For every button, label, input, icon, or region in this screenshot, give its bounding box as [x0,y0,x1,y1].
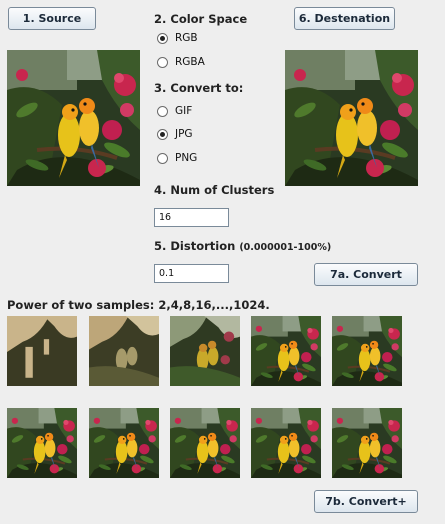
distortion-input[interactable]: 0.1 [154,264,229,283]
radio-rgb[interactable]: RGB [157,32,198,44]
sample-thumb-16 [251,316,321,386]
convert-to-title: 3. Convert to: [154,81,244,95]
distortion-title-row: 5. Distortion (0.000001-100%) [154,239,331,253]
radio-png-label: PNG [175,152,198,164]
convert-plus-button[interactable]: 7b. Convert+ [314,490,418,513]
sample-thumb-512 [251,408,321,478]
radio-gif[interactable]: GIF [157,105,192,117]
sample-thumb-8 [170,316,240,386]
radio-rgba[interactable]: RGBA [157,56,205,68]
sample-thumb-2 [7,316,77,386]
radio-jpg-indicator[interactable] [157,128,168,140]
destination-button[interactable]: 6. Destenation [294,7,395,30]
radio-rgb-indicator[interactable] [157,32,168,44]
sample-thumb-256 [170,408,240,478]
clusters-input[interactable]: 16 [154,208,229,227]
radio-jpg[interactable]: JPG [157,128,193,140]
radio-png[interactable]: PNG [157,152,197,164]
radio-rgba-label: RGBA [175,56,205,68]
color-space-title: 2. Color Space [154,12,248,26]
samples-title: Power of two samples: 2,4,8,16,...,1024. [7,298,270,312]
destination-image [285,50,418,186]
radio-gif-indicator[interactable] [157,105,168,117]
sample-thumb-1024 [332,408,402,478]
convert-button[interactable]: 7a. Convert [314,263,418,286]
clusters-title: 4. Num of Clusters [154,183,275,197]
source-button[interactable]: 1. Source [8,7,96,30]
sample-thumb-32 [332,316,402,386]
radio-rgba-indicator[interactable] [157,56,168,68]
radio-gif-label: GIF [175,105,193,117]
sample-thumb-4 [89,316,159,386]
radio-rgb-label: RGB [175,32,198,44]
radio-jpg-label: JPG [175,128,193,140]
sample-thumb-128 [89,408,159,478]
sample-thumb-64 [7,408,77,478]
parrots-photo-source [7,50,140,186]
distortion-range: (0.000001-100%) [239,242,332,253]
parrots-photo-destination [285,50,418,186]
source-image [7,50,140,186]
radio-png-indicator[interactable] [157,152,168,164]
distortion-title: 5. Distortion [154,239,236,253]
